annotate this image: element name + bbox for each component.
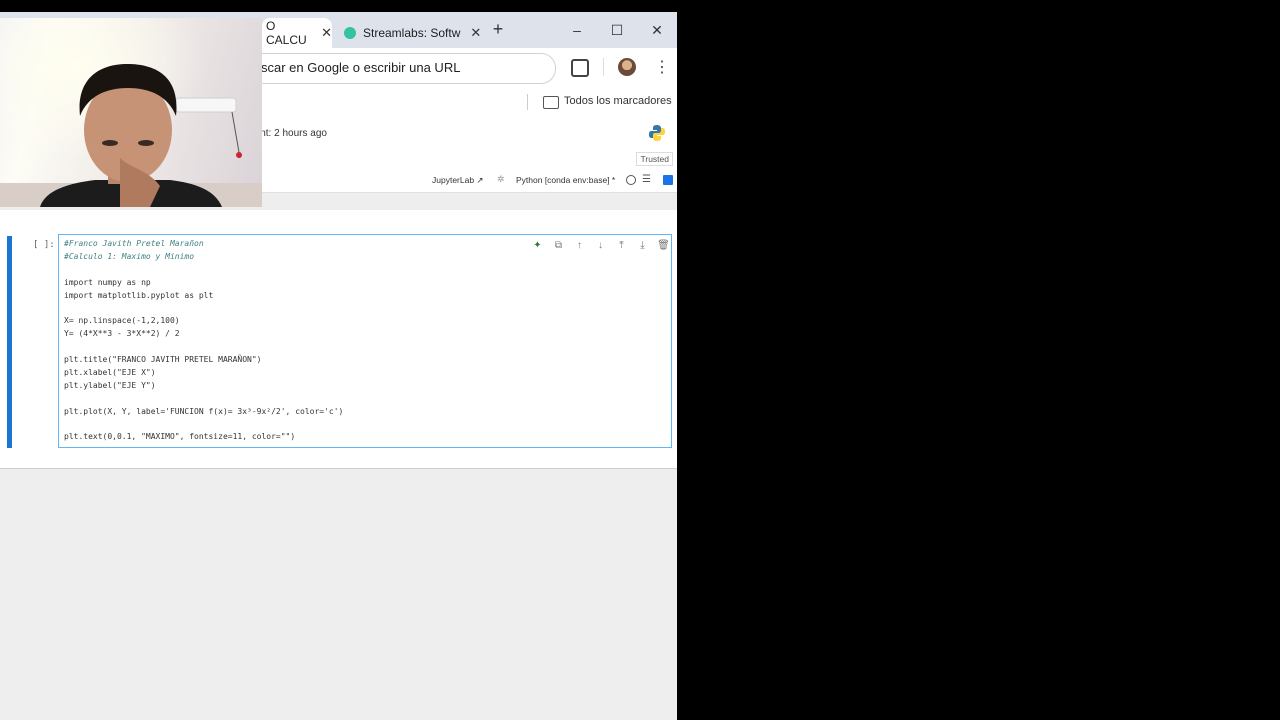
notebook-area: [ ]: ✦ ⧉ ↑ ↓ ⤒ ⤓ 🗑 #Franco Javith Pretel… bbox=[0, 210, 677, 469]
extensions-icon[interactable] bbox=[571, 59, 589, 77]
folder-icon[interactable] bbox=[543, 96, 559, 109]
tab-calculo[interactable]: O CALCU ✕ bbox=[262, 18, 332, 48]
move-down-icon[interactable]: ↓ bbox=[594, 239, 607, 252]
close-icon[interactable]: ✕ bbox=[470, 25, 481, 41]
code-line: import numpy as np bbox=[64, 277, 151, 287]
property-inspector-icon[interactable] bbox=[663, 175, 673, 185]
cell-collapser[interactable] bbox=[7, 236, 12, 448]
toolbar-divider bbox=[603, 58, 604, 76]
address-bar[interactable]: scar en Google o escribir una URL bbox=[220, 53, 556, 84]
code-line: X= np.linspace(-1,2,100) bbox=[64, 316, 180, 326]
tab-title: Streamlabs: Softw bbox=[363, 26, 461, 40]
code-line: plt.xlabel("EJE X") bbox=[64, 367, 156, 377]
code-line: import matplotlib.pyplot as plt bbox=[64, 290, 214, 300]
jupyterlab-link[interactable]: JupyterLab ↗ bbox=[432, 175, 484, 186]
copy-icon[interactable]: ⧉ bbox=[552, 239, 565, 252]
code-line: #Franco Javith Pretel Marañon bbox=[64, 239, 204, 248]
maximize-button[interactable]: ☐ bbox=[607, 20, 627, 40]
insert-below-icon[interactable]: ⤓ bbox=[636, 239, 649, 252]
sparkle-icon[interactable]: ✦ bbox=[531, 239, 544, 252]
menu-list-icon[interactable]: ☰ bbox=[642, 174, 651, 185]
cell-toolbar: ✦ ⧉ ↑ ↓ ⤒ ⤓ 🗑 bbox=[531, 239, 670, 252]
address-placeholder: scar en Google o escribir una URL bbox=[261, 60, 461, 75]
webcam-person-image bbox=[0, 18, 262, 207]
bookmarks-divider bbox=[527, 94, 528, 110]
tab-title: O CALCU bbox=[266, 19, 307, 47]
python-logo-icon bbox=[649, 125, 665, 141]
minimize-button[interactable]: – bbox=[567, 20, 587, 40]
all-bookmarks-link[interactable]: Todos los marcadores bbox=[564, 95, 672, 107]
code-cell-editor[interactable]: ✦ ⧉ ↑ ↓ ⤒ ⤓ 🗑 #Franco Javith Pretel Mara… bbox=[58, 234, 672, 448]
code-line: plt.plot(X, Y, label='FUNCION f(x)= 3x³-… bbox=[64, 406, 344, 416]
code-line: plt.text(0,0.1, "MAXIMO", fontsize=11, c… bbox=[64, 432, 296, 442]
kernel-status-icon bbox=[626, 175, 636, 185]
menu-kebab-icon[interactable]: ⋮ bbox=[654, 57, 670, 77]
code-line: Y= (4*X**3 - 3*X**2) / 2 bbox=[64, 329, 180, 339]
move-up-icon[interactable]: ↑ bbox=[573, 239, 586, 252]
kernel-name[interactable]: Python [conda env:base] * bbox=[516, 175, 615, 185]
close-icon[interactable]: ✕ bbox=[321, 25, 332, 41]
code-line: plt.title("FRANCO JAVITH PRETEL MARAÑON"… bbox=[64, 355, 262, 365]
settings-gear-icon[interactable]: ✲ bbox=[497, 174, 505, 185]
cell-prompt: [ ]: bbox=[33, 240, 55, 250]
webcam-overlay bbox=[0, 18, 262, 207]
profile-avatar[interactable] bbox=[618, 58, 636, 76]
insert-above-icon[interactable]: ⤒ bbox=[615, 239, 628, 252]
code-line: plt.ylabel("EJE Y") bbox=[64, 380, 156, 390]
tab-streamlabs[interactable]: Streamlabs: Softw ✕ bbox=[336, 18, 486, 48]
new-tab-button[interactable]: + bbox=[488, 19, 508, 39]
code-line: #Calculo 1: Maximo y Minimo bbox=[64, 251, 195, 261]
checkpoint-status: int: 2 hours ago bbox=[258, 128, 327, 139]
code-text: #Franco Javith Pretel Marañon #Calculo 1… bbox=[64, 238, 343, 444]
trusted-indicator[interactable]: Trusted bbox=[636, 152, 673, 166]
delete-icon[interactable]: 🗑 bbox=[657, 239, 670, 252]
streamlabs-icon bbox=[344, 27, 356, 39]
close-window-button[interactable]: ✕ bbox=[647, 20, 667, 40]
